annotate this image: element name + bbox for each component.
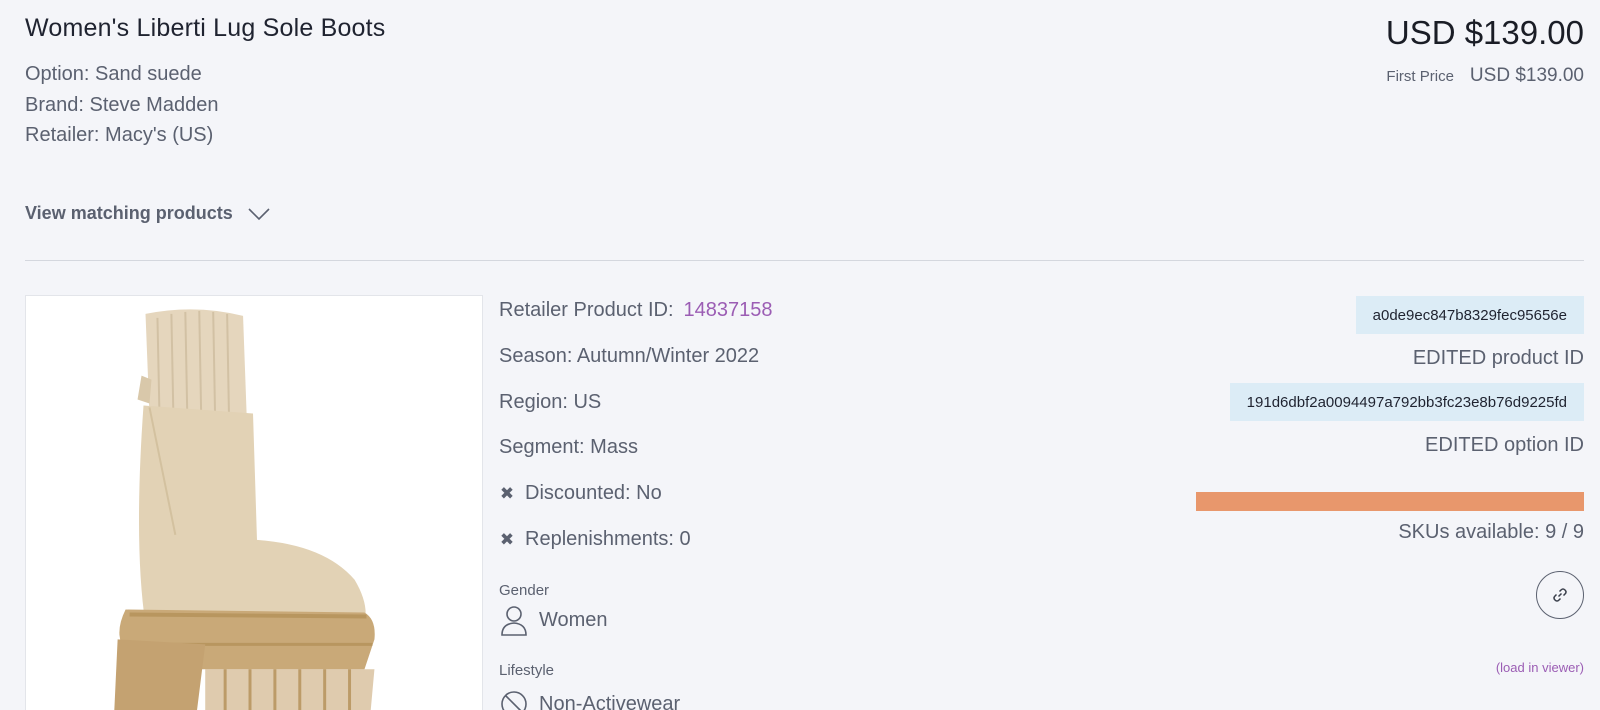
x-mark-icon: ✖ xyxy=(499,529,515,549)
gender-label: Gender xyxy=(499,582,550,599)
gender-row: Women xyxy=(499,604,608,636)
x-mark-icon: ✖ xyxy=(499,483,515,503)
sku-availability-bar xyxy=(1196,492,1584,511)
load-in-viewer-link[interactable]: (load in viewer) xyxy=(1496,660,1584,675)
lifestyle-row: Non-Activewear xyxy=(499,688,680,710)
sku-availability-text: SKUs available: 9 / 9 xyxy=(1398,521,1584,543)
retailer-product-id-label: Retailer Product ID: xyxy=(499,299,674,321)
view-matching-products-label: View matching products xyxy=(25,203,233,223)
first-price-label: First Price xyxy=(1386,68,1454,85)
link-icon xyxy=(1553,588,1567,602)
chevron-down-icon xyxy=(248,207,270,220)
season: Season: Autumn/Winter 2022 xyxy=(499,345,760,367)
lifestyle-value: Non-Activewear xyxy=(539,692,681,710)
option-id-caption: EDITED option ID xyxy=(1425,434,1584,456)
discounted-value: Discounted: No xyxy=(525,482,662,504)
first-price-value: USD $139.00 xyxy=(1469,65,1584,86)
product-detail-page: Women's Liberti Lug Sole Boots Option: S… xyxy=(0,0,1600,710)
product-id-pill[interactable]: a0de9ec847b8329fec95656e xyxy=(1355,296,1584,334)
first-price-row: First Price USD $139.00 xyxy=(1386,65,1584,87)
current-price: USD $139.00 xyxy=(1385,14,1584,51)
retailer-product-id-link[interactable]: 14837158 xyxy=(684,299,773,322)
replenishments-row: ✖ Replenishments: 0 xyxy=(499,528,691,551)
boot-illustration xyxy=(114,309,375,710)
product-id-caption: EDITED product ID xyxy=(1412,347,1584,369)
view-matching-products-toggle[interactable]: View matching products xyxy=(25,203,271,224)
product-option: Option: Sand suede xyxy=(25,63,202,85)
product-retailer: Retailer: Macy's (US) xyxy=(25,124,214,146)
section-divider xyxy=(25,260,1584,261)
region: Region: US xyxy=(499,391,602,413)
product-brand: Brand: Steve Madden xyxy=(25,94,219,116)
product-title: Women's Liberti Lug Sole Boots xyxy=(25,14,386,42)
copy-link-button[interactable] xyxy=(1536,571,1584,619)
segment: Segment: Mass xyxy=(499,436,638,458)
retailer-product-id-row: Retailer Product ID: 14837158 xyxy=(499,299,773,322)
discounted-row: ✖ Discounted: No xyxy=(499,482,662,505)
replenishments-value: Replenishments: 0 xyxy=(525,528,691,550)
product-image xyxy=(25,295,483,710)
option-id-pill[interactable]: 191d6dbf2a0094497a792bb3fc23e8b76d9225fd xyxy=(1229,383,1584,421)
person-icon xyxy=(501,606,527,636)
gender-value: Women xyxy=(539,608,608,631)
prohibited-icon xyxy=(501,691,527,710)
lifestyle-label: Lifestyle xyxy=(499,662,555,679)
